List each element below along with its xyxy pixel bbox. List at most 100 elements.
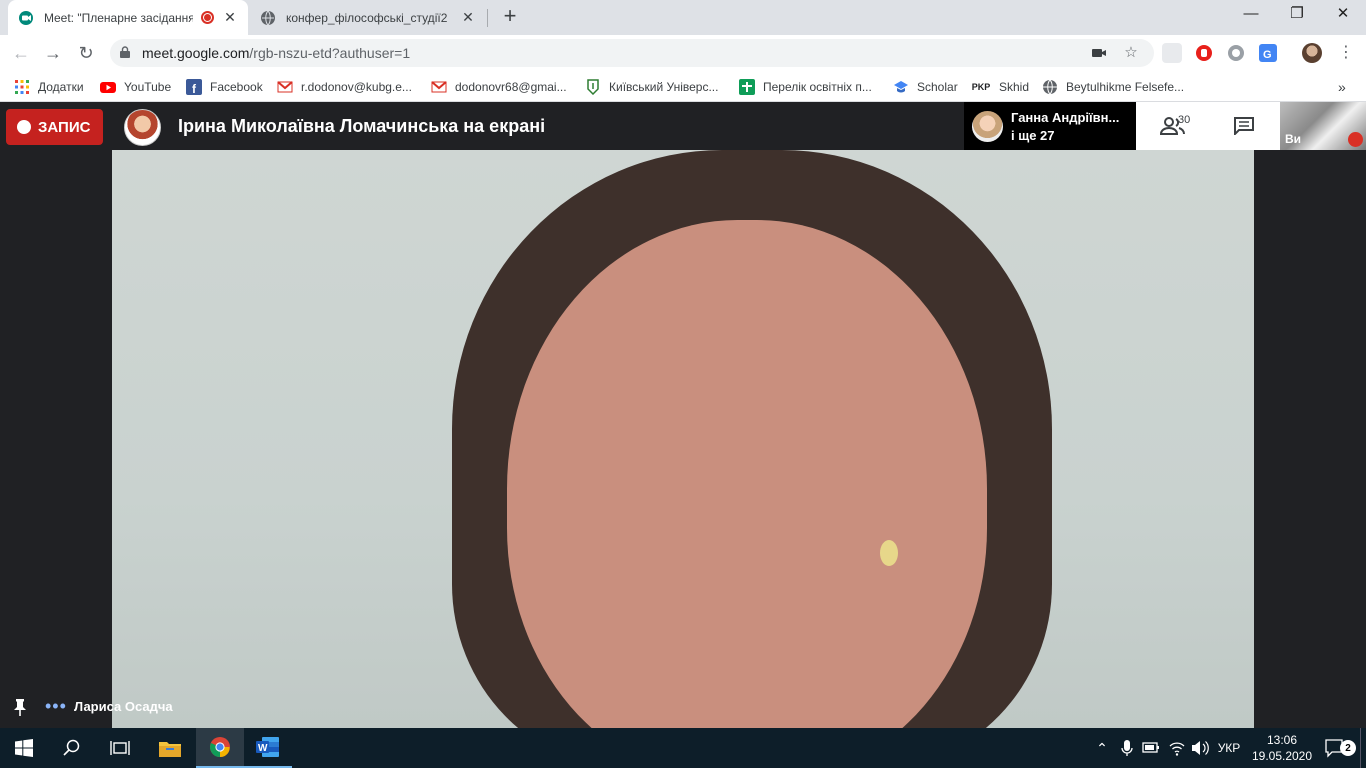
- speaking-indicator-icon: •••: [45, 696, 67, 716]
- translate-icon[interactable]: G: [1258, 43, 1278, 63]
- close-window-button[interactable]: ✕: [1320, 0, 1366, 30]
- bookmark-label: Scholar: [917, 80, 958, 94]
- word-taskbar-button[interactable]: W: [244, 728, 292, 768]
- recording-indicator-icon: [201, 11, 214, 24]
- facebook-icon: f: [186, 79, 202, 95]
- profile-avatar[interactable]: [1302, 43, 1322, 63]
- meet-side-controls: 30: [1136, 102, 1280, 150]
- record-dot-icon: [17, 120, 31, 134]
- minimize-button[interactable]: —: [1228, 0, 1274, 30]
- meet-stage: ЗАПИС Ірина Миколаївна Ломачинська на ек…: [0, 102, 1366, 728]
- search-icon: [63, 739, 80, 756]
- task-view-button[interactable]: [96, 728, 144, 768]
- recording-badge: ЗАПИС: [6, 109, 103, 145]
- bookmark-label: YouTube: [124, 80, 172, 94]
- participants-preview[interactable]: Ганна Андріївн... і ще 27: [964, 102, 1136, 150]
- self-view-tile[interactable]: Ви: [1280, 102, 1366, 150]
- address-bar[interactable]: meet.google.com/rgb-nszu-etd?authuser=1 …: [110, 39, 1154, 67]
- bookmark-scholar[interactable]: Scholar: [893, 76, 958, 98]
- recording-label: ЗАПИС: [38, 118, 91, 136]
- bookmark-label: Перелік освітніх п...: [763, 80, 872, 94]
- green-cross-icon: [739, 79, 755, 95]
- clock-time: 13:06: [1266, 733, 1298, 747]
- bookmark-gmail-personal[interactable]: dodonovr68@gmai...: [431, 76, 567, 98]
- bookmark-facebook[interactable]: f Facebook: [186, 76, 263, 98]
- pin-icon[interactable]: [14, 698, 26, 716]
- bookmark-youtube[interactable]: YouTube: [100, 76, 171, 98]
- apps-grid-icon: [15, 80, 29, 94]
- bookmark-beytulhikme[interactable]: Beytulhikme Felsefe...: [1042, 76, 1184, 98]
- extension-icon[interactable]: [1162, 43, 1182, 63]
- close-tab-icon[interactable]: ✕: [460, 9, 476, 26]
- input-language-indicator[interactable]: УКР: [1214, 728, 1244, 768]
- bookmark-label: Skhid: [999, 80, 1030, 94]
- tab-conference-doc[interactable]: конфер_філософські_студії2 ✕: [250, 0, 486, 35]
- system-clock[interactable]: 13:06 19.05.2020: [1250, 732, 1314, 764]
- file-explorer-button[interactable]: [146, 728, 194, 768]
- bookmark-label: dodonovr68@gmai...: [455, 80, 567, 94]
- word-icon: W: [256, 737, 279, 757]
- chat-icon[interactable]: [1234, 117, 1254, 135]
- speech-extension-icon[interactable]: [1226, 43, 1246, 63]
- task-view-icon: [110, 741, 130, 755]
- speaker-name: Лариса Осадча: [74, 699, 173, 714]
- pkp-icon: PKP: [971, 82, 991, 92]
- forward-button[interactable]: →: [40, 40, 66, 66]
- url-path: /rgb-nszu-etd?authuser=1: [249, 45, 411, 61]
- tab-meet[interactable]: Meet: "Пленарне засідання ✕: [8, 0, 248, 35]
- bookmarks-bar: Додатки YouTube f Facebook r.dodonov@kub…: [0, 71, 1366, 102]
- participant-preview-more: і ще 27: [1011, 128, 1055, 143]
- svg-text:W: W: [258, 743, 268, 754]
- notification-badge: 2: [1340, 740, 1356, 756]
- show-desktop-button[interactable]: [1360, 728, 1361, 768]
- meet-top-bar: ЗАПИС Ірина Миколаївна Ломачинська на ек…: [0, 102, 1366, 150]
- chrome-taskbar-button[interactable]: [196, 728, 244, 768]
- volume-icon[interactable]: [1190, 728, 1210, 768]
- bookmark-programs-list[interactable]: Перелік освітніх п...: [739, 76, 872, 98]
- participant-avatar: [972, 111, 1003, 142]
- mic-off-icon: [1348, 132, 1363, 147]
- back-button[interactable]: ←: [8, 40, 34, 66]
- bookmark-skhid[interactable]: PKP Skhid: [971, 76, 1029, 98]
- url-text: meet.google.com/rgb-nszu-etd?authuser=1: [142, 45, 410, 61]
- bookmark-label: r.dodonov@kubg.e...: [301, 80, 412, 94]
- folder-icon: [159, 742, 181, 757]
- video-subject-face: [507, 220, 987, 728]
- bookmarks-overflow-button[interactable]: »: [1338, 76, 1346, 98]
- search-button[interactable]: [48, 728, 96, 768]
- gmail-icon: [277, 81, 293, 93]
- wifi-icon[interactable]: [1168, 728, 1186, 768]
- battery-icon[interactable]: [1142, 728, 1160, 768]
- university-icon: [587, 79, 599, 95]
- participant-count: 30: [1178, 114, 1191, 126]
- bookmark-apps[interactable]: Додатки: [14, 76, 84, 98]
- tab-strip: Meet: "Пленарне засідання ✕ конфер_філос…: [0, 0, 1366, 35]
- reload-button[interactable]: ↻: [73, 40, 99, 66]
- presenter-title: Ірина Миколаївна Ломачинська на екрані: [178, 116, 546, 136]
- menu-kebab-icon[interactable]: ⋮: [1333, 40, 1359, 66]
- microphone-icon[interactable]: [1120, 728, 1134, 768]
- windows-logo-icon: [15, 739, 33, 757]
- scholar-icon: [894, 81, 908, 93]
- bookmark-star-icon[interactable]: ☆: [1122, 45, 1140, 61]
- participant-preview-name: Ганна Андріївн...: [1011, 110, 1120, 125]
- youtube-icon: [100, 82, 116, 93]
- start-button[interactable]: [0, 728, 48, 768]
- main-video-feed: [112, 150, 1254, 728]
- tab-separator: [487, 9, 488, 27]
- google-meet-icon: [19, 10, 33, 25]
- close-tab-icon[interactable]: ✕: [222, 9, 238, 26]
- globe-icon: [261, 10, 275, 25]
- bookmark-label: Beytulhikme Felsefe...: [1066, 80, 1185, 94]
- clock-date: 19.05.2020: [1251, 749, 1313, 763]
- new-tab-button[interactable]: +: [497, 4, 523, 30]
- bookmark-university[interactable]: Київський Універс...: [585, 76, 718, 98]
- bookmark-gmail-kubg[interactable]: r.dodonov@kubg.e...: [277, 76, 412, 98]
- show-hidden-icons-button[interactable]: ⌃: [1092, 728, 1112, 768]
- adblock-icon[interactable]: [1194, 43, 1214, 63]
- maximize-button[interactable]: ❐: [1274, 0, 1320, 30]
- tab-title: конфер_філософські_студії2: [286, 10, 448, 25]
- bookmark-label: Facebook: [210, 80, 263, 94]
- camera-icon[interactable]: [1090, 45, 1108, 61]
- bookmark-label: Київський Універс...: [609, 80, 719, 94]
